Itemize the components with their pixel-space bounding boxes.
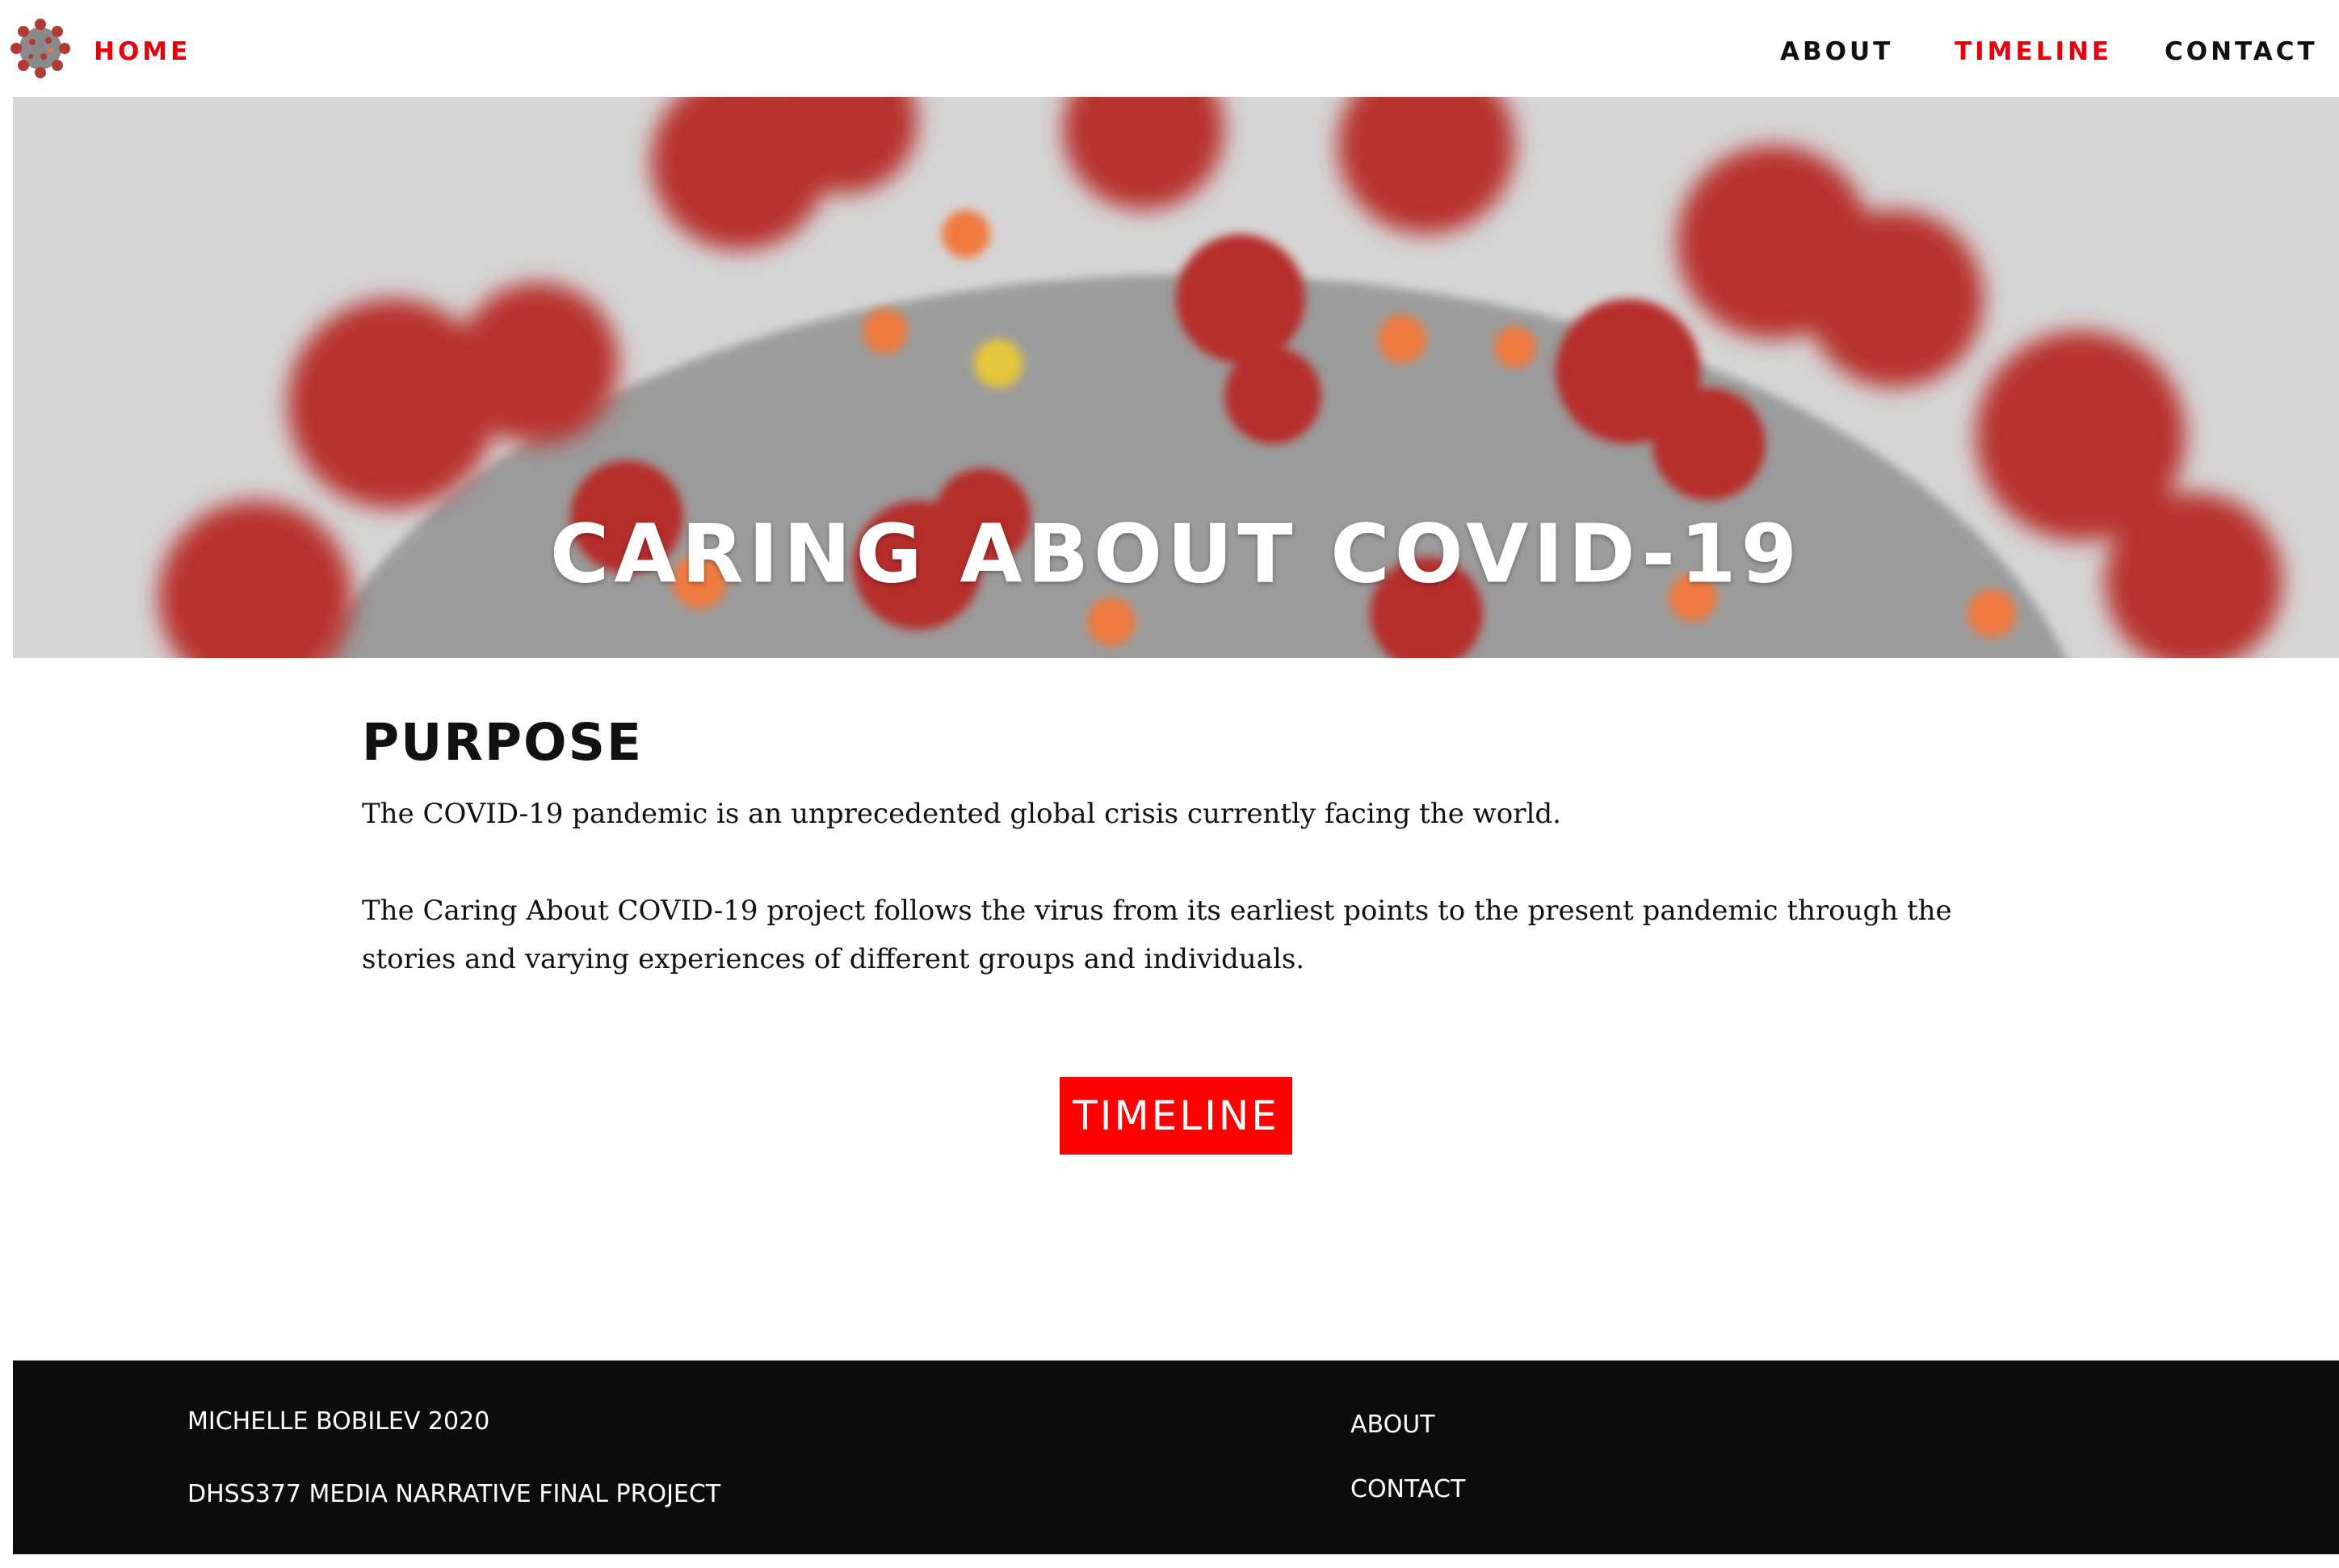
nav-home-link[interactable]: HOME bbox=[94, 36, 191, 68]
hero-banner: CARING ABOUT COVID-19 bbox=[13, 97, 2339, 658]
virus-logo-icon[interactable] bbox=[8, 16, 73, 81]
nav-item-timeline[interactable]: TIMELINE bbox=[1955, 36, 2112, 68]
purpose-paragraph-1: The COVID-19 pandemic is an unprecedente… bbox=[362, 798, 1561, 830]
purpose-paragraph-2: The Caring About COVID-19 project follow… bbox=[362, 895, 1952, 975]
navbar: HOME ABOUT TIMELINE CONTACT bbox=[0, 0, 2339, 97]
footer-link-contact[interactable]: CONTACT bbox=[1350, 1474, 1465, 1506]
nav-item-contact[interactable]: CONTACT bbox=[2165, 36, 2318, 68]
footer: MICHELLE BOBILEV 2020 DHSS377 MEDIA NARR… bbox=[13, 1360, 2339, 1554]
footer-link-about[interactable]: ABOUT bbox=[1350, 1409, 1434, 1441]
nav-item-about[interactable]: ABOUT bbox=[1780, 36, 1893, 68]
footer-copyright: MICHELLE BOBILEV 2020 bbox=[187, 1407, 490, 1436]
purpose-heading: PURPOSE bbox=[362, 713, 643, 772]
purpose-section: PURPOSE The COVID-19 pandemic is an unpr… bbox=[362, 711, 1977, 983]
footer-project-name: DHSS377 MEDIA NARRATIVE FINAL PROJECT bbox=[187, 1480, 721, 1508]
timeline-button[interactable]: TIMELINE bbox=[1060, 1077, 1292, 1155]
hero-title: CARING ABOUT COVID-19 bbox=[549, 506, 1803, 602]
page: HOME ABOUT TIMELINE CONTACT CARING ABOUT… bbox=[0, 0, 2339, 1568]
